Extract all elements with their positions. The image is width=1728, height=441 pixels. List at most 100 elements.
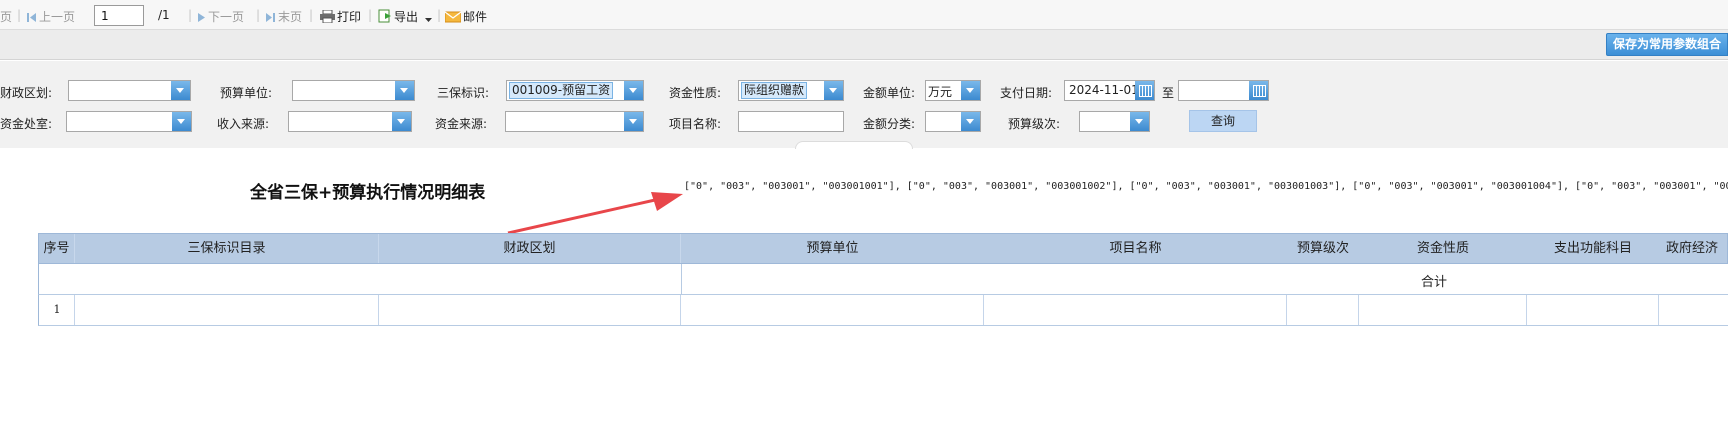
column-header-budget-unit[interactable]: 预算单位 bbox=[681, 234, 984, 263]
page-number-input[interactable] bbox=[94, 5, 144, 26]
chevron-down-icon bbox=[424, 18, 432, 22]
table-cell[interactable] bbox=[1287, 295, 1359, 325]
mail-button[interactable]: 邮件 bbox=[445, 8, 487, 25]
fund-source-select[interactable] bbox=[505, 111, 644, 132]
prev-page-icon bbox=[27, 13, 36, 22]
project-name-label: 项目名称: bbox=[669, 117, 722, 131]
annotation-arrow-head bbox=[651, 192, 683, 211]
column-header-function-subject[interactable]: 支出功能科目 bbox=[1527, 234, 1659, 263]
chevron-down-icon[interactable] bbox=[392, 112, 411, 131]
amount-unit-value: 万元 bbox=[928, 85, 953, 99]
report-grid-header: 序号 三保标识目录 财政区划 预算单位 项目名称 预算级次 资金性质 支出功能科… bbox=[38, 233, 1728, 264]
column-header-budget-level[interactable]: 预算级次 bbox=[1287, 234, 1359, 263]
chevron-down-icon[interactable] bbox=[395, 81, 414, 100]
pay-date-to-input[interactable] bbox=[1178, 80, 1269, 101]
save-params-button[interactable]: 保存为常用参数组合 bbox=[1606, 33, 1728, 56]
print-label: 打印 bbox=[337, 10, 362, 24]
fiscal-region-select[interactable] bbox=[68, 80, 191, 101]
print-button[interactable]: 打印 bbox=[320, 8, 361, 25]
column-header-fiscal-region[interactable]: 财政区划 bbox=[379, 234, 681, 263]
chevron-down-icon[interactable] bbox=[171, 81, 190, 100]
table-cell[interactable] bbox=[75, 295, 379, 325]
fund-office-label: 资金处室: bbox=[0, 117, 53, 131]
budget-level-select[interactable] bbox=[1079, 111, 1150, 132]
mail-label: 邮件 bbox=[463, 10, 488, 24]
pay-date-label: 支付日期: bbox=[1000, 86, 1053, 100]
chevron-down-icon[interactable] bbox=[961, 112, 980, 131]
save-strip bbox=[0, 30, 1728, 60]
table-cell[interactable] bbox=[984, 295, 1287, 325]
mail-icon bbox=[445, 11, 461, 23]
sanbao-label: 三保标识: bbox=[437, 86, 490, 100]
report-page: 页 | 上一页 /1 | 下一页 | 末页 | 打印 | 导出 | 邮件 保存为… bbox=[0, 0, 1728, 441]
last-page-label: 末页 bbox=[278, 10, 303, 24]
toolbar-separator: | bbox=[368, 8, 373, 22]
total-row-divider bbox=[681, 264, 682, 294]
next-page-icon bbox=[198, 13, 205, 22]
page-total: /1 bbox=[158, 8, 170, 22]
pay-date-to-label: 至 bbox=[1162, 86, 1175, 100]
calendar-icon[interactable] bbox=[1249, 81, 1268, 100]
table-cell[interactable] bbox=[1359, 295, 1527, 325]
income-source-select[interactable] bbox=[288, 111, 412, 132]
query-button[interactable]: 查询 bbox=[1189, 110, 1257, 132]
export-label: 导出 bbox=[394, 10, 419, 24]
pay-date-from-value: 2024-11-01 bbox=[1069, 83, 1139, 97]
amount-unit-label: 金额单位: bbox=[863, 86, 916, 100]
chevron-down-icon[interactable] bbox=[624, 81, 643, 100]
toolbar-separator: | bbox=[256, 8, 261, 22]
next-page-button[interactable]: 下一页 bbox=[198, 8, 244, 25]
first-page-button[interactable]: 页 bbox=[0, 8, 12, 25]
column-header-sanbao-catalog[interactable]: 三保标识目录 bbox=[75, 234, 379, 263]
table-cell[interactable] bbox=[379, 295, 681, 325]
sanbao-select[interactable]: 001009-预留工资 bbox=[506, 80, 644, 101]
column-header-fund-nature[interactable]: 资金性质 bbox=[1359, 234, 1527, 263]
chevron-down-icon[interactable] bbox=[1130, 112, 1149, 131]
income-source-label: 收入来源: bbox=[217, 117, 270, 131]
pay-date-from-input[interactable]: 2024-11-01 bbox=[1064, 80, 1155, 101]
column-header-index[interactable]: 序号 bbox=[39, 234, 75, 263]
printer-icon bbox=[320, 10, 335, 23]
budget-level-label: 预算级次: bbox=[1008, 117, 1061, 131]
calendar-icon[interactable] bbox=[1135, 81, 1154, 100]
fund-office-select[interactable] bbox=[66, 111, 192, 132]
amount-unit-select[interactable]: 万元 bbox=[925, 80, 981, 101]
next-page-label: 下一页 bbox=[208, 10, 245, 24]
chevron-down-icon[interactable] bbox=[961, 81, 980, 100]
panel-collapse-handle[interactable] bbox=[795, 141, 913, 149]
table-cell[interactable] bbox=[681, 295, 984, 325]
amount-category-select[interactable] bbox=[925, 111, 981, 132]
chevron-down-icon[interactable] bbox=[172, 112, 191, 131]
table-cell[interactable] bbox=[39, 295, 75, 325]
query-params-panel bbox=[0, 61, 1728, 148]
column-header-project-name[interactable]: 项目名称 bbox=[984, 234, 1287, 263]
project-name-input[interactable] bbox=[738, 111, 844, 132]
last-page-button[interactable]: 末页 bbox=[266, 8, 302, 25]
fund-source-label: 资金来源: bbox=[435, 117, 488, 131]
total-row: 合计 bbox=[38, 264, 1728, 295]
toolbar-separator: | bbox=[17, 8, 22, 22]
export-dropdown[interactable]: 导出 bbox=[378, 8, 435, 25]
fund-nature-select[interactable]: 际组织赠款 bbox=[738, 80, 844, 101]
pager-toolbar: 页 | 上一页 /1 | 下一页 | 末页 | 打印 | 导出 | 邮件 bbox=[0, 0, 1728, 30]
table-row[interactable]: 1 bbox=[38, 295, 1728, 326]
toolbar-separator: | bbox=[437, 8, 442, 22]
sanbao-value: 001009-预留工资 bbox=[509, 82, 614, 99]
debug-output-text: ["0", "003", "003001", "003001001"], ["0… bbox=[684, 181, 1728, 192]
annotation-arrow-shaft bbox=[507, 198, 656, 235]
prev-page-button[interactable]: 上一页 bbox=[27, 8, 75, 25]
budget-unit-label: 预算单位: bbox=[220, 86, 273, 100]
budget-unit-select[interactable] bbox=[292, 80, 415, 101]
export-icon bbox=[378, 9, 391, 23]
report-title: 全省三保+预算执行情况明细表 bbox=[250, 183, 486, 203]
prev-page-label: 上一页 bbox=[39, 10, 76, 24]
chevron-down-icon[interactable] bbox=[624, 112, 643, 131]
amount-category-label: 金额分类: bbox=[863, 117, 916, 131]
fiscal-region-label: 财政区划: bbox=[0, 86, 53, 100]
table-cell[interactable] bbox=[1527, 295, 1659, 325]
chevron-down-icon[interactable] bbox=[824, 81, 843, 100]
fund-nature-value: 际组织赠款 bbox=[741, 82, 808, 99]
annotation-arrow bbox=[507, 192, 683, 235]
column-header-economic-class[interactable]: 政府经济 bbox=[1659, 234, 1728, 263]
toolbar-separator: | bbox=[309, 8, 314, 22]
